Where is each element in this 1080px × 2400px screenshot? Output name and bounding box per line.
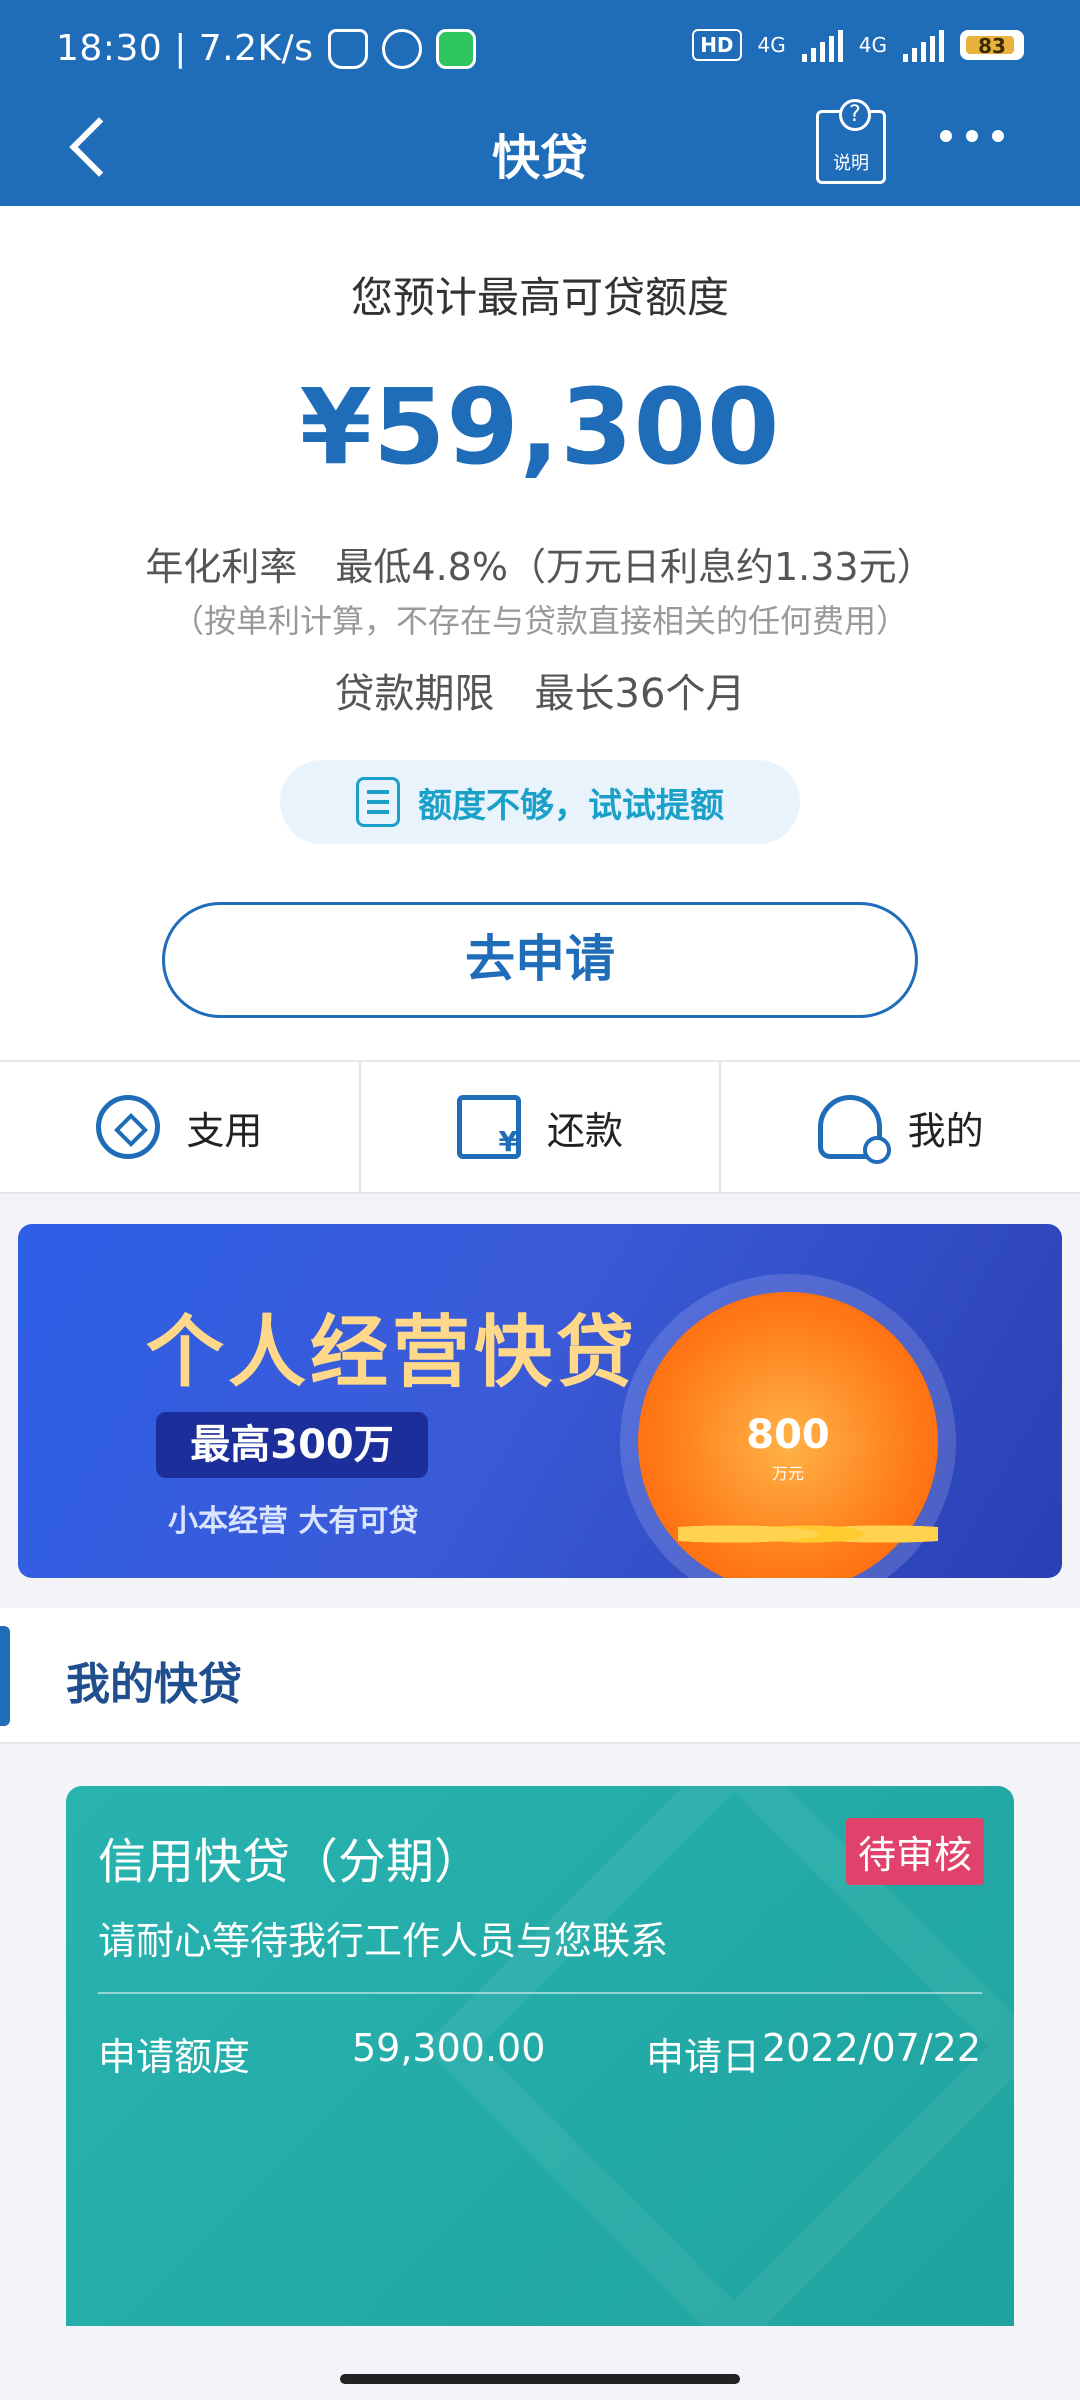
divider (98, 1992, 982, 1994)
status-time-speed: 18:30 | 7.2K/s (56, 28, 314, 69)
loan-message: 请耐心等待我行工作人员与您联系 (98, 1919, 669, 1963)
raise-limit-icon (356, 777, 400, 827)
apply-button[interactable]: 去申请 (162, 902, 918, 1018)
home-indicator[interactable] (340, 2374, 740, 2384)
repay-icon (457, 1095, 521, 1159)
status-left: 18:30 | 7.2K/s (56, 28, 476, 69)
banner-title: 个人经营快贷 (146, 1308, 639, 1398)
signal-icon-1 (801, 28, 843, 62)
coins-graphic (678, 1514, 938, 1554)
help-button[interactable]: ? 说明 (816, 99, 886, 184)
alarm-icon (381, 28, 422, 69)
action-mine[interactable]: 我的 (721, 1062, 1080, 1192)
nav-bar: 快贷 ? 说明 (0, 99, 1080, 206)
loan-title: 信用快贷（分期） (98, 1834, 483, 1890)
amount-label: 申请额度 (98, 2035, 251, 2079)
status-right: HD 4G 4G 83 (692, 28, 1024, 62)
banner-pill: 最高300万 (156, 1412, 428, 1478)
date-value: 2022/07/22 (762, 2026, 982, 2070)
action-withdraw[interactable]: 支用 (0, 1062, 361, 1192)
dot-icon (940, 130, 952, 142)
help-label: 说明 (833, 153, 869, 174)
promo-banner[interactable]: 个人经营快贷 最高300万 小本经营 大有可贷 800 万元 (18, 1224, 1062, 1578)
action-repay-label: 还款 (547, 1108, 624, 1153)
action-withdraw-label: 支用 (186, 1108, 263, 1153)
quota-label: 您预计最高可贷额度 (350, 273, 729, 322)
loan-card[interactable]: 信用快贷（分期） 待审核 请耐心等待我行工作人员与您联系 申请额度 59,300… (66, 1786, 1014, 2326)
more-menu-button[interactable] (940, 130, 1004, 142)
signal-icon-2 (903, 28, 944, 62)
raise-limit-label: 额度不够，试试提额 (418, 785, 724, 826)
banner-subtitle: 小本经营 大有可贷 (168, 1504, 419, 1539)
quota-card: 您预计最高可贷额度 ¥59,300 年化利率 最低4.8%（万元日利息约1.33… (0, 206, 1080, 1060)
date-label: 申请日 (646, 2035, 761, 2079)
quota-amount: ¥59,300 (299, 366, 781, 488)
section-accent-bar (0, 1626, 10, 1726)
amount-value: 59,300.00 (352, 2026, 546, 2070)
page-title: 快贷 (491, 130, 588, 186)
loan-term: 贷款期限 最长36个月 (334, 671, 746, 717)
quick-actions: 支用 还款 我的 (0, 1060, 1080, 1194)
help-icon: ? (839, 99, 871, 131)
battery-icon: 83 (960, 30, 1024, 60)
net-label-2: 4G (858, 33, 887, 57)
section-title: 我的快贷 (66, 1659, 242, 1710)
gauge-value: 800 (746, 1412, 830, 1458)
withdraw-icon (96, 1095, 161, 1159)
top-bar: 18:30 | 7.2K/s HD 4G 4G 83 快贷 ? 说明 (0, 0, 1080, 206)
dot-icon (966, 130, 978, 142)
status-badge: 待审核 (845, 1818, 984, 1885)
wechat-icon (435, 28, 476, 69)
status-bar: 18:30 | 7.2K/s HD 4G 4G 83 (0, 0, 1080, 100)
annual-rate: 年化利率 最低4.8%（万元日利息约1.33元） (145, 545, 935, 589)
mute-bell-icon (327, 28, 368, 69)
action-repay[interactable]: 还款 (361, 1062, 722, 1192)
raise-limit-button[interactable]: 额度不够，试试提额 (280, 760, 800, 844)
battery-level: 83 (978, 34, 1006, 58)
dot-icon (992, 130, 1004, 142)
action-mine-label: 我的 (907, 1108, 984, 1153)
rate-note: （按单利计算，不存在与贷款直接相关的任何费用） (171, 602, 908, 640)
hd-badge: HD (692, 29, 742, 61)
user-icon (817, 1095, 891, 1164)
gauge-unit: 万元 (771, 1464, 804, 1483)
net-label-1: 4G (757, 33, 786, 57)
my-loans-header: 我的快贷 (0, 1608, 1080, 1744)
